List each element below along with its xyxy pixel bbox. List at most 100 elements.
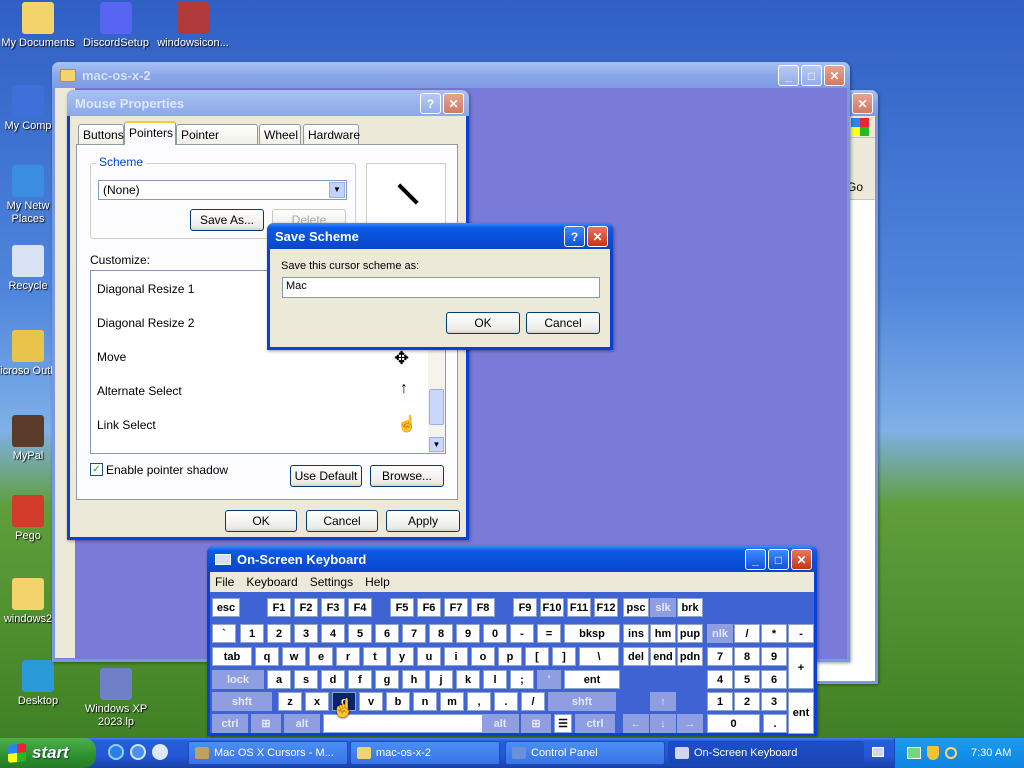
pointer-row[interactable]: Diagonal Resize 1: [97, 282, 194, 296]
pointer-shadow-checkbox[interactable]: ✓: [90, 463, 103, 476]
osk-key[interactable]: 3: [294, 624, 318, 643]
osk-key[interactable]: ent: [788, 692, 814, 734]
osk-key[interactable]: ctrl: [575, 714, 615, 733]
taskbar-button[interactable]: On-Screen Keyboard: [668, 741, 864, 765]
scheme-select[interactable]: (None) ▼: [98, 180, 347, 200]
minimize-button[interactable]: _: [745, 549, 766, 570]
osk-key[interactable]: /: [521, 692, 545, 711]
osk-key[interactable]: 7: [707, 647, 733, 666]
scheme-name-input[interactable]: Mac: [282, 277, 600, 298]
save-scheme-dialog[interactable]: Save Scheme ? ✕ Save this cursor scheme …: [267, 223, 613, 350]
osk-key[interactable]: F5: [390, 598, 414, 617]
osk-key[interactable]: 1: [240, 624, 264, 643]
ie-icon[interactable]: [130, 744, 146, 760]
osk-key[interactable]: F4: [348, 598, 372, 617]
mac-os-x-2-titlebar[interactable]: mac-os-x-2 _ □ ✕: [52, 62, 850, 88]
osk-key[interactable]: 6: [375, 624, 399, 643]
search-icon[interactable]: [945, 747, 957, 759]
osk-key[interactable]: \: [579, 647, 619, 666]
maximize-button[interactable]: □: [801, 65, 822, 86]
help-button[interactable]: ?: [564, 226, 585, 247]
osk-key[interactable]: 4: [707, 670, 733, 689]
osk-key[interactable]: z: [278, 692, 302, 711]
close-button[interactable]: ✕: [443, 93, 464, 114]
osk-key[interactable]: end: [650, 647, 676, 666]
osk-key[interactable]: /: [734, 624, 760, 643]
osk-key[interactable]: 3: [761, 692, 787, 711]
osk-key[interactable]: esc: [212, 598, 240, 617]
ok-button[interactable]: OK: [225, 510, 297, 532]
close-button[interactable]: ✕: [824, 65, 845, 86]
close-button[interactable]: ✕: [587, 226, 608, 247]
osk-key[interactable]: ⊞: [251, 714, 281, 733]
osk-key[interactable]: ↑: [650, 692, 676, 711]
osk-key[interactable]: F12: [594, 598, 618, 617]
osk-key[interactable]: shft: [548, 692, 616, 711]
save-as-button[interactable]: Save As...: [190, 209, 264, 231]
mouse-properties-titlebar[interactable]: Mouse Properties ? ✕: [67, 90, 469, 116]
osk-key[interactable]: F3: [321, 598, 345, 617]
close-button[interactable]: ✕: [852, 93, 873, 114]
taskbar-button[interactable]: Control Panel: [505, 741, 665, 765]
osk-key[interactable]: 7: [402, 624, 426, 643]
osk-menu-settings[interactable]: Settings: [310, 575, 353, 589]
scrollbar-thumb[interactable]: [429, 389, 444, 425]
osk-key[interactable]: 0: [483, 624, 507, 643]
osk-key[interactable]: pup: [677, 624, 703, 643]
osk-key[interactable]: del: [623, 647, 649, 666]
osk-key[interactable]: p: [498, 647, 522, 666]
save-scheme-titlebar[interactable]: Save Scheme ? ✕: [267, 223, 613, 249]
osk-key[interactable]: h: [402, 670, 426, 689]
osk-key[interactable]: ins: [623, 624, 649, 643]
osk-key[interactable]: 8: [429, 624, 453, 643]
tab-buttons[interactable]: Buttons: [78, 124, 124, 144]
osk-key[interactable]: ]: [552, 647, 576, 666]
osk-key[interactable]: [: [525, 647, 549, 666]
desktop-icon-item[interactable]: My Documents: [0, 2, 76, 50]
osk-key[interactable]: l: [483, 670, 507, 689]
osk-key[interactable]: e: [309, 647, 333, 666]
chevron-down-icon[interactable]: ▼: [429, 437, 444, 452]
osk-key[interactable]: a: [267, 670, 291, 689]
osk-key[interactable]: j: [429, 670, 453, 689]
osk-key[interactable]: tab: [212, 647, 252, 666]
osk-key[interactable]: bksp: [564, 624, 620, 643]
osk-key[interactable]: u: [417, 647, 441, 666]
osk-key[interactable]: b: [386, 692, 410, 711]
internet-explorer-icon[interactable]: [108, 744, 124, 760]
tab-hardware[interactable]: Hardware: [303, 124, 360, 144]
osk-key[interactable]: 0: [707, 714, 760, 733]
osk-key[interactable]: n: [413, 692, 437, 711]
tab-pointer-options[interactable]: Pointer Options: [176, 124, 258, 156]
osk-key[interactable]: i: [444, 647, 468, 666]
osk-key[interactable]: F1: [267, 598, 291, 617]
desktop-icon-item[interactable]: Windows XP 2023.lp: [78, 668, 154, 729]
osk-key[interactable]: v: [359, 692, 383, 711]
osk-key[interactable]: 9: [456, 624, 480, 643]
osk-key[interactable]: t: [363, 647, 387, 666]
osk-key[interactable]: -: [510, 624, 534, 643]
osk-key[interactable]: hm: [650, 624, 676, 643]
osk-key[interactable]: .: [763, 714, 787, 733]
desktop-icon-item[interactable]: windowsicon...: [155, 2, 231, 50]
osk-key[interactable]: shft: [212, 692, 272, 711]
close-button[interactable]: ✕: [791, 549, 812, 570]
tab-wheel[interactable]: Wheel: [259, 124, 301, 144]
osk-key[interactable]: w: [282, 647, 306, 666]
apply-button[interactable]: Apply: [386, 510, 460, 532]
osk-titlebar[interactable]: On-Screen Keyboard _ □ ✕: [207, 546, 817, 572]
use-default-button[interactable]: Use Default: [290, 465, 362, 487]
osk-menu-keyboard[interactable]: Keyboard: [246, 575, 297, 589]
osk-key[interactable]: 4: [321, 624, 345, 643]
desktop-icon-item[interactable]: DiscordSetup: [78, 2, 154, 50]
osk-key[interactable]: F9: [513, 598, 537, 617]
desktop-icon-item[interactable]: Desktop: [0, 660, 76, 708]
osk-key[interactable]: s: [294, 670, 318, 689]
osk-key[interactable]: ,: [467, 692, 491, 711]
osk-menu-help[interactable]: Help: [365, 575, 390, 589]
osk-key[interactable]: F6: [417, 598, 441, 617]
pointer-row[interactable]: Alternate Select: [97, 384, 182, 398]
osk-key[interactable]: 1: [707, 692, 733, 711]
osk-key[interactable]: x: [305, 692, 329, 711]
chevron-down-icon[interactable]: ▼: [329, 182, 345, 198]
